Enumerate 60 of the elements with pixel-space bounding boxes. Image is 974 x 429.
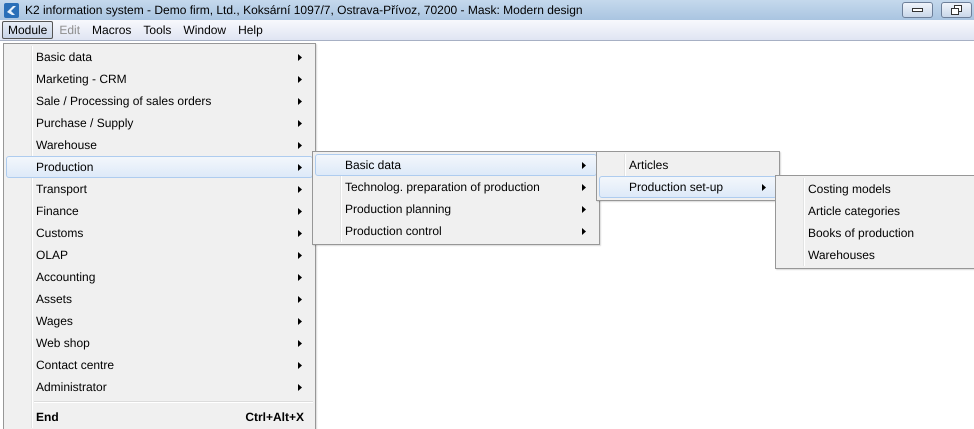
submenu-arrow-icon xyxy=(298,120,302,126)
menu-item[interactable]: Finance xyxy=(6,200,313,222)
submenu-arrow-icon xyxy=(298,76,302,82)
menu-item[interactable]: Article categories xyxy=(778,200,974,222)
submenu-arrow-icon xyxy=(298,274,302,280)
menu-item[interactable]: End Ctrl+Alt+X xyxy=(6,406,313,428)
app-icon xyxy=(4,2,19,18)
submenu-arrow-icon xyxy=(582,184,586,190)
restore-button[interactable] xyxy=(941,2,972,18)
menu-item[interactable]: Technolog. preparation of production xyxy=(315,176,597,198)
menu-item[interactable]: Production set-up xyxy=(599,176,777,198)
menu-item[interactable]: Production xyxy=(6,156,313,178)
submenu-arrow-icon xyxy=(298,384,302,390)
menu-item[interactable]: Warehouses xyxy=(778,244,974,266)
menubar-item[interactable]: Module xyxy=(2,21,54,39)
menu-item[interactable]: Basic data xyxy=(6,46,313,68)
menubar-item[interactable]: Window xyxy=(177,21,232,39)
minimize-button[interactable] xyxy=(902,2,933,18)
submenu-arrow-icon xyxy=(582,228,586,234)
submenu-arrow-icon xyxy=(298,164,302,170)
menu-item[interactable]: Wages xyxy=(6,310,313,332)
restore-icon xyxy=(951,5,962,15)
submenu-arrow-icon xyxy=(298,142,302,148)
submenu-arrow-icon xyxy=(298,296,302,302)
menu-item[interactable]: Contact centre xyxy=(6,354,313,376)
menu-item[interactable]: Marketing - CRM xyxy=(6,68,313,90)
submenu-arrow-icon xyxy=(298,252,302,258)
shortcut-label: Ctrl+Alt+X xyxy=(245,410,304,424)
submenu-arrow-icon xyxy=(298,208,302,214)
menu-item[interactable]: OLAP xyxy=(6,244,313,266)
submenu-arrow-icon xyxy=(298,318,302,324)
menu-item[interactable]: Basic data xyxy=(315,154,597,176)
menu-item[interactable]: Transport xyxy=(6,178,313,200)
menubar-item[interactable]: Macros xyxy=(86,21,138,39)
submenu-arrow-icon xyxy=(298,54,302,60)
menu-item[interactable]: Production planning xyxy=(315,198,597,220)
submenu-arrow-icon xyxy=(298,362,302,368)
menu-item[interactable]: Purchase / Supply xyxy=(6,112,313,134)
submenu-arrow-icon xyxy=(762,184,766,190)
submenu-arrow-icon xyxy=(298,230,302,236)
menu-item[interactable]: Customs xyxy=(6,222,313,244)
menu-item[interactable]: Accounting xyxy=(6,266,313,288)
menu-item[interactable]: Production control xyxy=(315,220,597,242)
window-title: K2 information system - Demo firm, Ltd., Koksární 1097/7, Ostrava-Přívoz, 70200 - Mask: Modern design xyxy=(25,3,584,17)
submenu-arrow-icon xyxy=(298,186,302,192)
submenu-arrow-icon xyxy=(582,162,586,168)
menu-item[interactable]: Web shop xyxy=(6,332,313,354)
menu-item[interactable]: Articles xyxy=(599,154,777,176)
submenu-arrow-icon xyxy=(298,98,302,104)
submenu-arrow-icon xyxy=(298,340,302,346)
menu-item[interactable]: Sale / Processing of sales orders xyxy=(6,90,313,112)
menu-item[interactable]: Assets xyxy=(6,288,313,310)
submenu-arrow-icon xyxy=(582,206,586,212)
menu-item[interactable]: Administrator xyxy=(6,376,313,398)
menu-item[interactable]: Warehouse xyxy=(6,134,313,156)
menubar-item[interactable]: Tools xyxy=(137,21,178,39)
menu-item[interactable]: Books of production xyxy=(778,222,974,244)
menubar-item[interactable]: Help xyxy=(232,21,269,39)
minimize-icon xyxy=(912,8,923,12)
menu-item[interactable]: Costing models xyxy=(778,178,974,200)
